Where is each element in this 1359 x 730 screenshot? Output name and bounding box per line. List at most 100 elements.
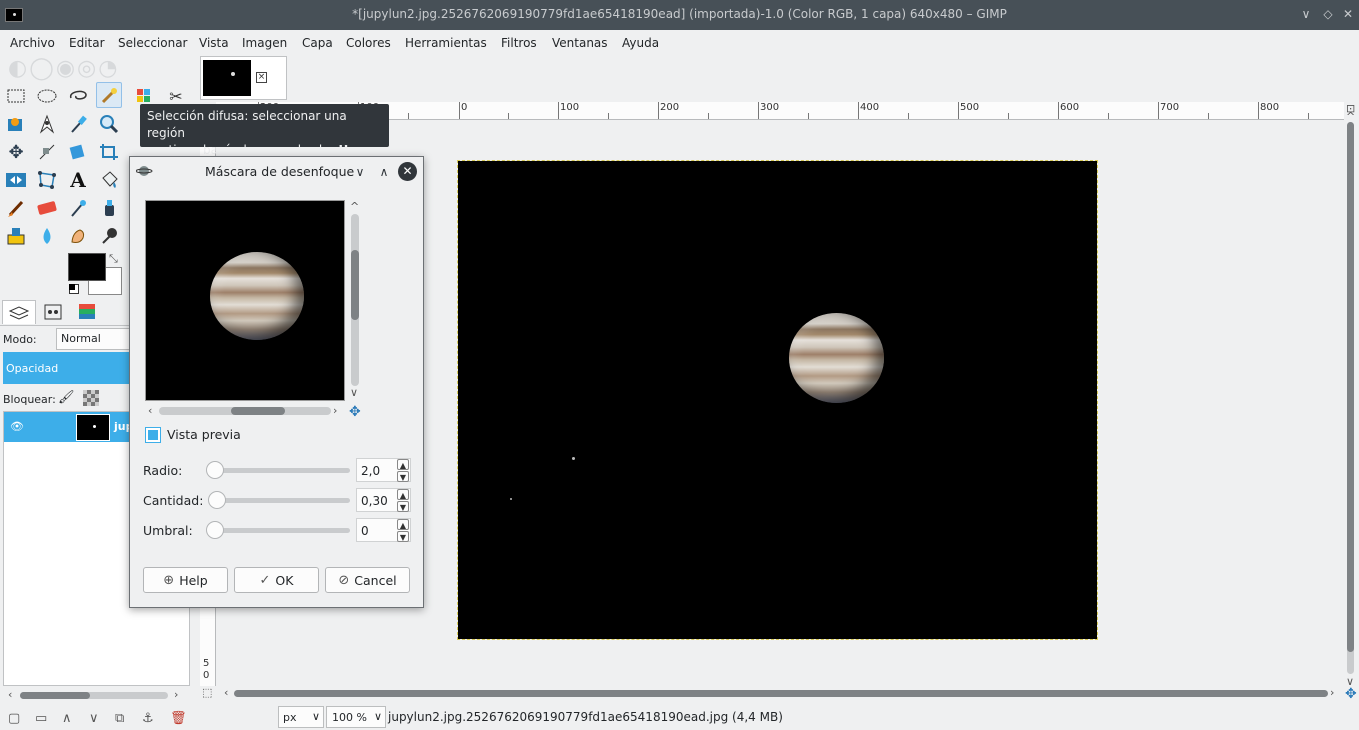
threshold-slider-knob[interactable] <box>206 521 224 539</box>
minimize-button[interactable]: ∨ <box>1297 5 1315 23</box>
paintbrush-icon[interactable] <box>3 195 29 221</box>
image-tab[interactable]: × <box>200 56 287 100</box>
text-icon[interactable]: A <box>65 167 91 193</box>
opacity-slider[interactable]: Opacidad <box>3 352 133 384</box>
preview-hscrollbar[interactable]: ‹ › <box>145 404 345 418</box>
lock-alpha-icon[interactable] <box>83 390 99 406</box>
blur-icon[interactable] <box>34 223 60 249</box>
tab-channels[interactable] <box>36 300 70 324</box>
amount-slider[interactable] <box>210 498 350 503</box>
color-picker-icon[interactable] <box>65 111 91 137</box>
cancel-button[interactable]: ⊘ Cancel <box>325 567 410 593</box>
flip-icon[interactable] <box>3 167 29 193</box>
clone-icon[interactable] <box>3 223 29 249</box>
new-group-icon[interactable]: ▭ <box>35 711 47 726</box>
fuzzy-select-icon[interactable] <box>96 82 122 108</box>
zoom-select[interactable]: 100 % ∨ <box>326 706 386 728</box>
threshold-spinbox[interactable]: 0 ▲ ▼ <box>356 518 411 542</box>
menu-ayuda[interactable]: Ayuda <box>622 36 659 50</box>
cage-transform-icon[interactable] <box>34 167 60 193</box>
canvas-hscrollbar[interactable]: ‹ › <box>224 686 1344 701</box>
default-colors-icon[interactable] <box>69 284 79 294</box>
airbrush-icon[interactable] <box>65 195 91 221</box>
rect-select-icon[interactable] <box>3 83 29 109</box>
move-icon[interactable]: ✥ <box>3 139 29 165</box>
zoom-icon[interactable] <box>96 111 122 137</box>
ellipse-select-icon[interactable] <box>34 83 60 109</box>
tab-layers[interactable] <box>2 300 36 324</box>
menu-editar[interactable]: Editar <box>69 36 105 50</box>
threshold-decrement[interactable]: ▼ <box>397 531 409 542</box>
dialog-close-button[interactable]: ✕ <box>398 162 417 181</box>
scroll-up-icon[interactable]: ^ <box>350 200 359 213</box>
amount-spinbox[interactable]: 0,30 ▲ ▼ <box>356 488 411 512</box>
dialog-minimize-icon[interactable]: ∧ <box>376 164 392 180</box>
threshold-slider[interactable] <box>210 528 350 533</box>
ink-icon[interactable] <box>96 195 122 221</box>
menu-ventanas[interactable]: Ventanas <box>552 36 608 50</box>
scroll-left-icon[interactable]: ‹ <box>8 688 12 701</box>
scroll-right-icon[interactable]: › <box>1330 686 1334 699</box>
anchor-layer-icon[interactable]: ⚓ <box>142 711 154 726</box>
ok-button[interactable]: ✓ OK <box>234 567 319 593</box>
new-layer-icon[interactable]: ▢ <box>8 711 20 726</box>
tab-paths[interactable] <box>70 300 104 324</box>
foreground-select-icon[interactable] <box>3 111 29 137</box>
quick-mask-icon[interactable]: ⬚ <box>202 686 212 699</box>
menu-filtros[interactable]: Filtros <box>501 36 537 50</box>
amount-increment[interactable]: ▲ <box>397 489 409 500</box>
preview-image[interactable] <box>145 200 345 401</box>
dialog-menu-icon[interactable]: ∨ <box>352 164 368 180</box>
maximize-button[interactable]: ◇ <box>1319 5 1337 23</box>
duplicate-layer-icon[interactable]: ⧉ <box>115 711 124 726</box>
menu-herramientas[interactable]: Herramientas <box>405 36 487 50</box>
menu-seleccionar[interactable]: Seleccionar <box>118 36 187 50</box>
scroll-right-icon[interactable]: › <box>333 404 337 417</box>
crop-icon[interactable] <box>96 139 122 165</box>
foreground-color-swatch-front[interactable] <box>68 253 106 281</box>
menu-colores[interactable]: Colores <box>346 36 391 50</box>
menu-vista[interactable]: Vista <box>199 36 229 50</box>
layers-hscrollbar[interactable]: ‹ › <box>8 688 183 701</box>
preview-checkbox[interactable] <box>145 427 161 443</box>
unit-select[interactable]: px ∨ <box>278 706 324 728</box>
menu-imagen[interactable]: Imagen <box>242 36 287 50</box>
menu-archivo[interactable]: Archivo <box>10 36 55 50</box>
scroll-down-icon[interactable]: ∨ <box>350 386 358 399</box>
visibility-eye-icon[interactable]: 👁 <box>10 420 24 433</box>
scroll-left-icon[interactable]: ‹ <box>148 404 152 417</box>
radius-increment[interactable]: ▲ <box>397 459 409 470</box>
raise-layer-icon[interactable]: ∧ <box>62 711 72 726</box>
amount-decrement[interactable]: ▼ <box>397 501 409 512</box>
lock-pixels-icon[interactable]: 🖌 <box>58 390 75 405</box>
radius-spinbox[interactable]: 2,0 ▲ ▼ <box>356 458 411 482</box>
radius-decrement[interactable]: ▼ <box>397 471 409 482</box>
delete-layer-icon[interactable]: 🗑 <box>170 711 187 726</box>
menu-capa[interactable]: Capa <box>302 36 333 50</box>
image-canvas[interactable] <box>457 160 1098 640</box>
radius-slider-knob[interactable] <box>206 461 224 479</box>
canvas-vscrollbar[interactable]: ⊡ ^ ∨ <box>1344 102 1359 688</box>
bucket-fill-icon[interactable] <box>96 167 122 193</box>
transform-icon[interactable] <box>65 139 91 165</box>
close-window-button[interactable]: ✕ <box>1339 5 1357 23</box>
help-button[interactable]: ⊕ Help <box>143 567 228 593</box>
smudge-icon[interactable] <box>65 223 91 249</box>
lasso-icon[interactable] <box>65 83 91 109</box>
eraser-icon[interactable] <box>34 195 60 221</box>
radius-slider[interactable] <box>210 468 350 473</box>
dodge-burn-icon[interactable] <box>96 223 122 249</box>
amount-slider-knob[interactable] <box>208 491 226 509</box>
threshold-increment[interactable]: ▲ <box>397 519 409 530</box>
align-icon[interactable] <box>34 139 60 165</box>
swap-colors-icon[interactable]: ⤡ <box>109 252 118 266</box>
close-tab-icon[interactable]: × <box>256 72 267 83</box>
navigate-icon[interactable]: ✥ <box>1345 686 1357 702</box>
mode-select[interactable]: Normal <box>56 328 136 350</box>
lower-layer-icon[interactable]: ∨ <box>89 711 99 726</box>
paths-icon[interactable] <box>34 111 60 137</box>
scroll-right-icon[interactable]: › <box>174 688 178 701</box>
preview-navigate-icon[interactable]: ✥ <box>349 404 361 420</box>
preview-vscrollbar[interactable]: ^ ∨ <box>348 200 362 400</box>
scroll-left-icon[interactable]: ‹ <box>224 686 228 699</box>
